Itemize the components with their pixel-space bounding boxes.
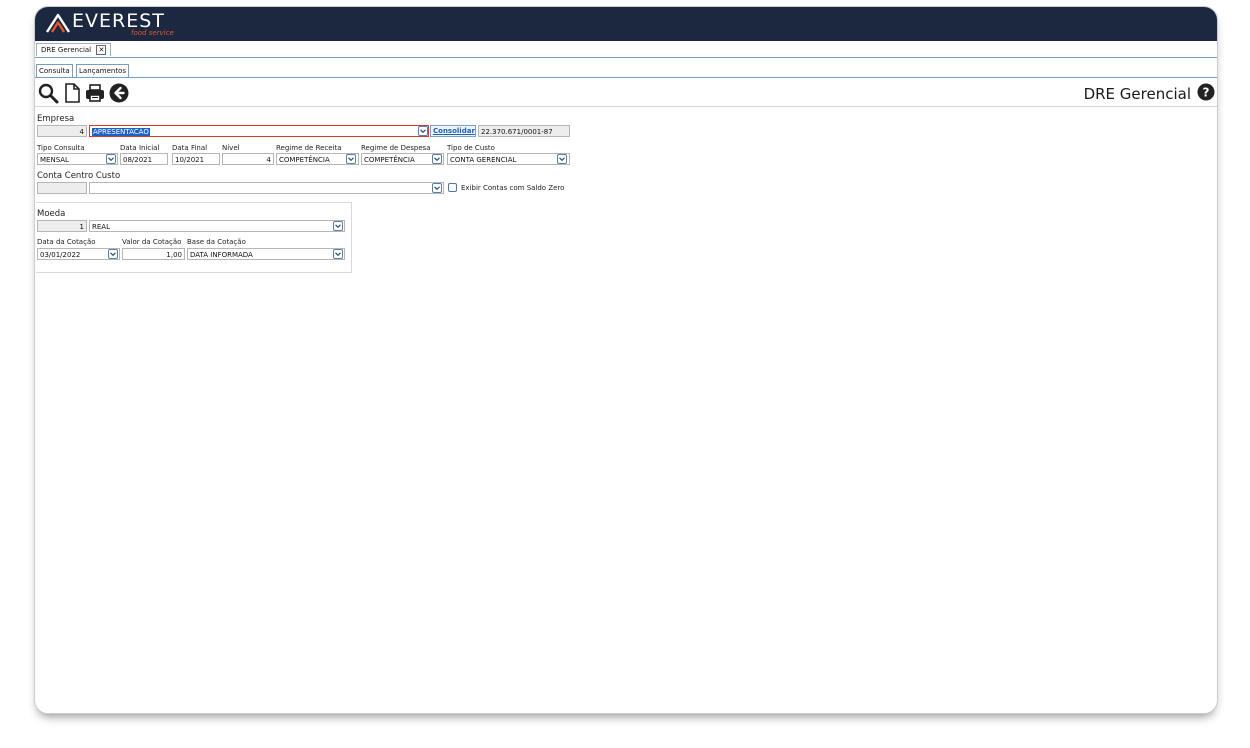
tab-dre-gerencial[interactable]: DRE Gerencial ✕ — [36, 43, 112, 56]
empresa-name-field[interactable]: APRESENTACAO — [89, 125, 429, 137]
new-document-icon[interactable] — [61, 82, 83, 104]
cnpj-field: 22.370.671/0001-87 — [478, 125, 570, 137]
back-icon[interactable] — [108, 82, 130, 104]
mountain-logo-icon — [45, 13, 71, 33]
centro-custo-select[interactable] — [89, 182, 444, 194]
svg-text:?: ? — [1203, 85, 1210, 99]
app-header: EVEREST food service — [35, 7, 1217, 41]
base-cotacao-select[interactable]: DATA INFORMADA — [187, 248, 345, 260]
print-icon[interactable] — [84, 82, 106, 104]
tab-lancamentos[interactable]: Lançamentos — [76, 64, 130, 77]
empresa-name-value: APRESENTACAO — [92, 128, 150, 136]
centro-custo-dropdown-icon[interactable] — [432, 183, 442, 193]
valor-cotacao-field[interactable]: 1,00 — [122, 248, 185, 260]
moeda-label: Moeda — [37, 209, 66, 219]
moeda-code-field[interactable]: 1 — [37, 220, 87, 232]
tab-label: DRE Gerencial — [41, 46, 92, 54]
saldo-zero-label: Exibir Contas com Saldo Zero — [461, 184, 565, 192]
close-icon[interactable]: ✕ — [96, 45, 107, 55]
help-icon[interactable]: ? — [1197, 83, 1215, 101]
tipo-consulta-dropdown-icon[interactable] — [106, 154, 116, 164]
tipo-custo-dropdown-icon[interactable] — [557, 154, 567, 164]
tipo-custo-label: Tipo de Custo — [447, 144, 495, 152]
empresa-code-field[interactable]: 4 — [37, 125, 87, 137]
regime-despesa-dropdown-icon[interactable] — [432, 154, 442, 164]
valor-cotacao-label: Valor da Cotação — [122, 238, 182, 246]
brand-tagline: food service — [131, 29, 174, 37]
toolbar: DRE Gerencial ? — [35, 80, 1217, 107]
centro-custo-label: Conta Centro Custo — [37, 171, 121, 181]
empresa-label: Empresa — [37, 114, 75, 124]
regime-receita-label: Regime de Receita — [276, 144, 342, 152]
nivel-field[interactable]: 4 — [222, 153, 274, 165]
nivel-label: Nível — [222, 144, 240, 152]
centro-custo-code-field[interactable] — [37, 182, 87, 194]
data-cotacao-label: Data da Cotação — [37, 238, 96, 246]
data-final-field[interactable]: 10/2021 — [172, 153, 220, 165]
search-icon[interactable] — [37, 82, 59, 104]
data-cotacao-dropdown-icon[interactable] — [108, 249, 118, 259]
app-window: EVEREST food service DRE Gerencial ✕ Con… — [34, 6, 1218, 714]
saldo-zero-checkbox[interactable] — [448, 183, 457, 192]
data-final-label: Data Final — [172, 144, 208, 152]
empresa-dropdown-icon[interactable] — [418, 126, 428, 136]
document-tabbar: DRE Gerencial ✕ — [35, 41, 1217, 58]
moeda-select[interactable]: REAL — [89, 220, 345, 232]
tipo-consulta-label: Tipo Consulta — [37, 144, 85, 152]
base-cotacao-dropdown-icon[interactable] — [333, 249, 343, 259]
tab-consulta[interactable]: Consulta — [36, 64, 73, 77]
page-title: DRE Gerencial — [1083, 85, 1191, 103]
subtab-bar: Consulta Lançamentos — [35, 62, 1217, 78]
regime-despesa-label: Regime de Despesa — [361, 144, 431, 152]
consolidar-button[interactable]: Consolidar — [430, 125, 476, 137]
base-cotacao-label: Base da Cotação — [187, 238, 246, 246]
regime-receita-dropdown-icon[interactable] — [346, 154, 356, 164]
data-inicial-label: Data Inicial — [120, 144, 160, 152]
tipo-custo-select[interactable]: CONTA GERENCIAL — [447, 153, 570, 165]
moeda-dropdown-icon[interactable] — [333, 221, 343, 231]
data-inicial-field[interactable]: 08/2021 — [120, 153, 168, 165]
